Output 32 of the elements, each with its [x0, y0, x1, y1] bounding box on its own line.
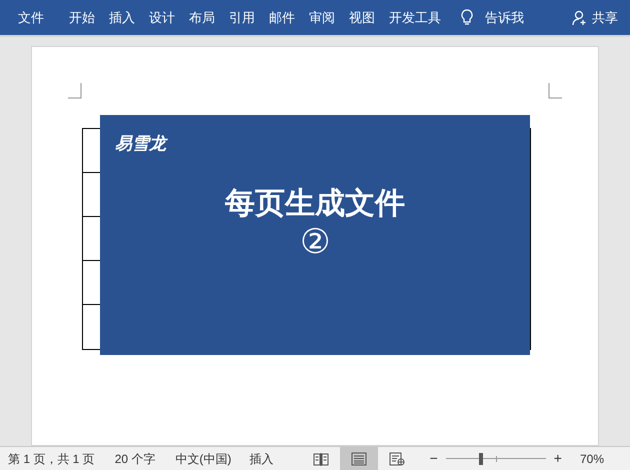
word-count[interactable]: 20 个字 — [114, 450, 156, 468]
zoom-thumb[interactable] — [478, 452, 483, 464]
share-button[interactable]: 共享 — [572, 8, 618, 28]
ribbon-tab[interactable]: 设计 — [149, 8, 175, 28]
add-person-icon — [572, 10, 588, 26]
ribbon-tab[interactable]: 开始 — [69, 8, 95, 28]
ribbon-tab[interactable]: 邮件 — [269, 8, 295, 28]
book-icon — [312, 452, 329, 466]
ribbon-tab[interactable]: 布局 — [189, 8, 215, 28]
web-page-icon — [388, 452, 405, 466]
lightbulb-icon[interactable] — [461, 9, 473, 26]
margin-corner-mark — [68, 83, 82, 99]
card-number: ② — [300, 224, 330, 258]
page-icon — [350, 452, 367, 466]
insert-mode[interactable]: 插入 — [249, 450, 274, 468]
ribbon-tab[interactable]: 开发工具 — [389, 8, 441, 28]
zoom-level[interactable]: 70% — [580, 450, 604, 468]
ribbon-tab[interactable]: 审阅 — [309, 8, 335, 28]
file-tab[interactable]: 文件 — [18, 8, 44, 28]
ribbon-tab[interactable]: 引用 — [229, 8, 255, 28]
card-title: 每页生成文件 — [225, 188, 405, 218]
zoom-out-button[interactable]: − — [430, 448, 438, 469]
view-button[interactable] — [340, 447, 378, 470]
ribbon-tab[interactable]: 视图 — [349, 8, 375, 28]
tell-me-search[interactable]: 告诉我 — [485, 8, 524, 28]
page-count[interactable]: 第 1 页，共 1 页 — [8, 450, 95, 468]
logo-text: 易雪龙 — [115, 133, 166, 155]
zoom-slider[interactable] — [446, 452, 546, 464]
ribbon-tab[interactable]: 插入 — [109, 8, 135, 28]
language-status[interactable]: 中文(中国) — [175, 450, 232, 468]
margin-corner-mark — [548, 83, 562, 99]
zoom-in-button[interactable]: + — [554, 448, 562, 469]
